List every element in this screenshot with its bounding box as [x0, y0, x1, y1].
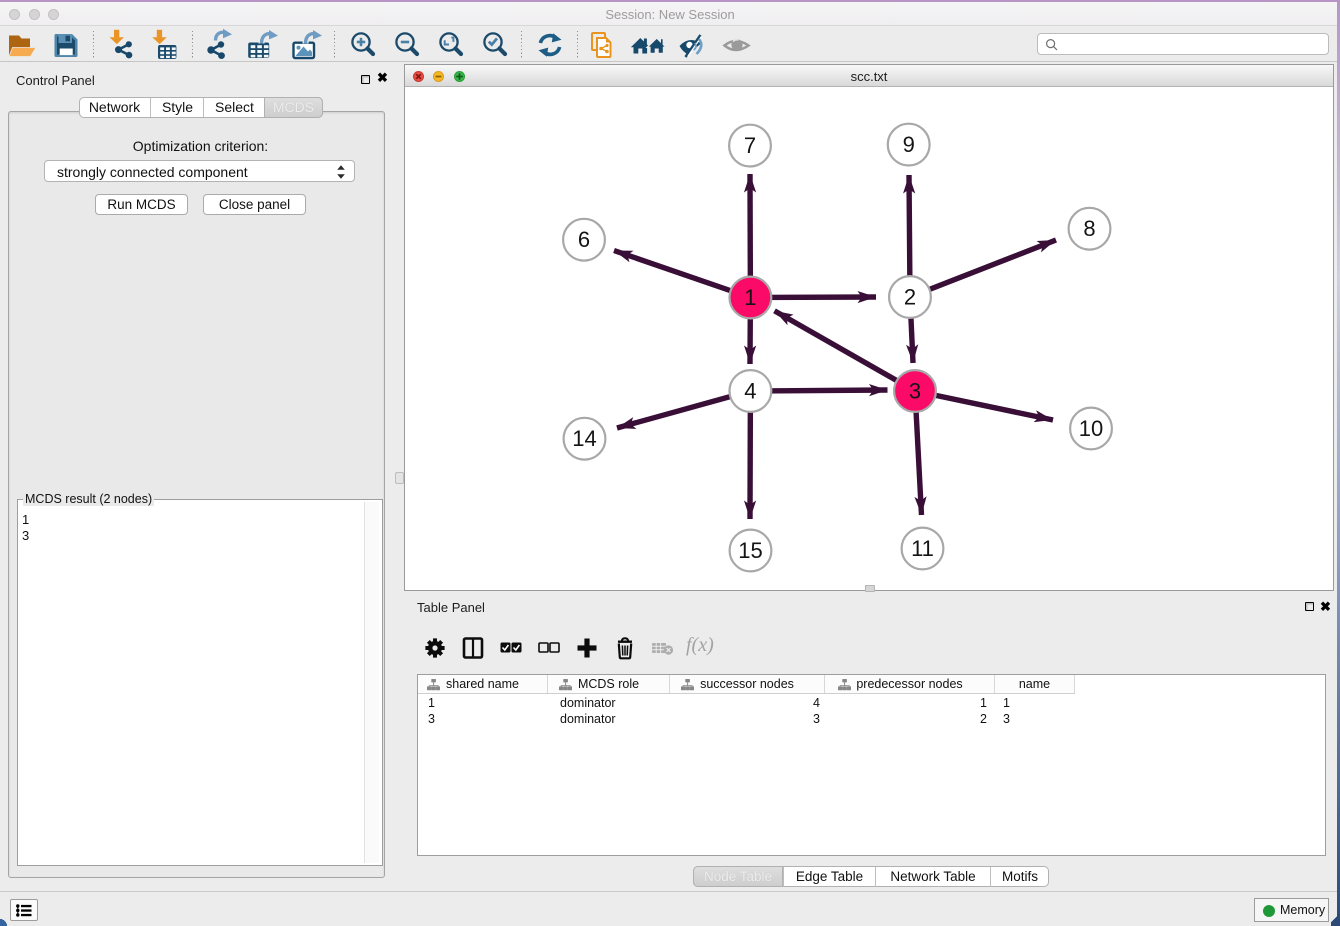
svg-text:4: 4 — [744, 379, 756, 404]
svg-text:14: 14 — [572, 426, 596, 451]
svg-text:9: 9 — [903, 132, 915, 157]
svg-text:3: 3 — [909, 379, 921, 404]
svg-text:10: 10 — [1079, 416, 1103, 441]
svg-text:6: 6 — [578, 227, 590, 252]
svg-text:7: 7 — [744, 133, 756, 158]
svg-text:8: 8 — [1083, 216, 1095, 241]
svg-text:11: 11 — [911, 536, 934, 561]
svg-text:15: 15 — [738, 538, 762, 563]
svg-text:2: 2 — [904, 285, 916, 310]
svg-text:1: 1 — [744, 285, 756, 310]
